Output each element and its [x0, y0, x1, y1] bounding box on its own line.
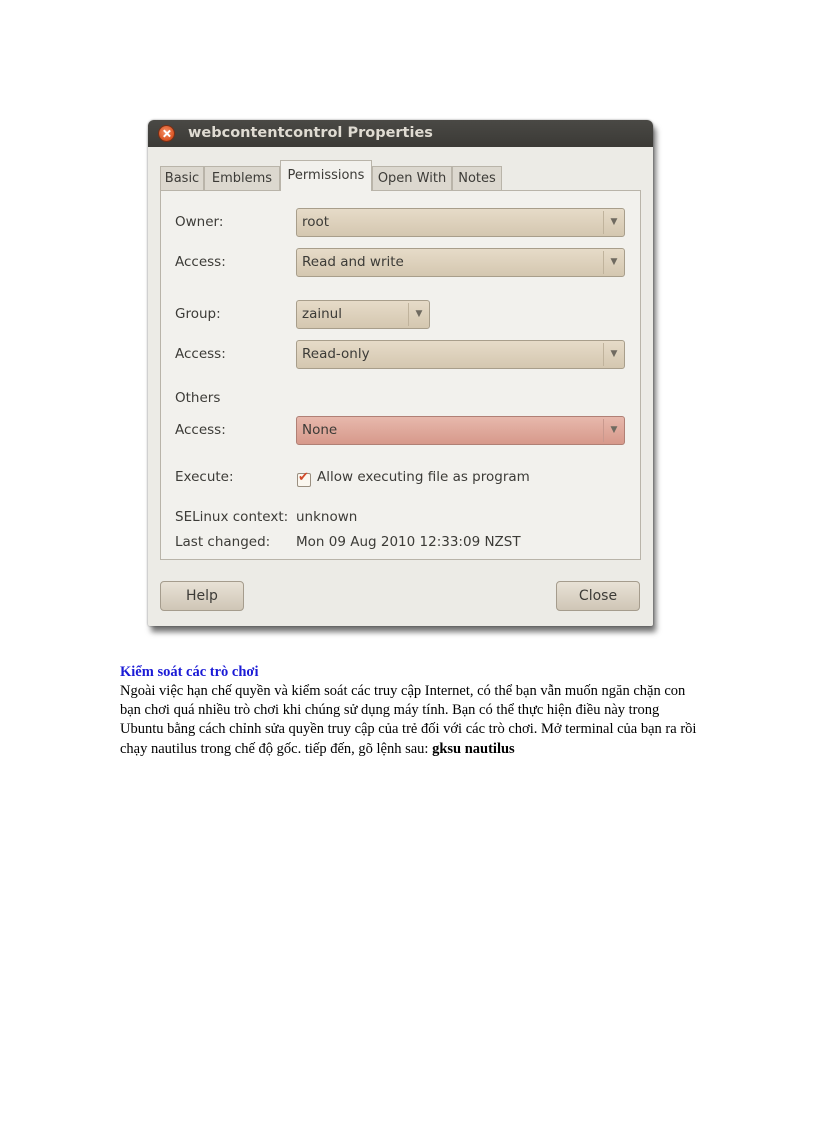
execute-label: Execute: [175, 469, 234, 485]
title-bar: webcontentcontrol Properties [148, 120, 653, 147]
checkmark-icon: ✔ [298, 470, 309, 485]
group-value: zainul [302, 306, 342, 322]
others-access-select[interactable]: None ▼ [296, 416, 625, 445]
execute-checkbox[interactable]: ✔ [297, 470, 311, 487]
tab-emblems[interactable]: Emblems [204, 166, 280, 190]
last-changed-label: Last changed: [175, 534, 271, 550]
group-access-select[interactable]: Read-only ▼ [296, 340, 625, 369]
group-label: Group: [175, 306, 221, 322]
owner-access-select[interactable]: Read and write ▼ [296, 248, 625, 277]
article-body-text: Ngoài việc hạn chế quyền và kiểm soát cá… [120, 683, 697, 757]
selinux-value: unknown [296, 509, 358, 525]
dropdown-arrow-icon: ▼ [603, 211, 624, 234]
permissions-panel: Owner: root ▼ Access: Read and write ▼ G… [160, 190, 641, 560]
owner-select[interactable]: root ▼ [296, 208, 625, 237]
others-label: Others [175, 390, 221, 406]
last-changed-value: Mon 09 Aug 2010 12:33:09 NZST [296, 534, 521, 550]
close-window-icon[interactable] [159, 126, 174, 141]
tab-basic[interactable]: Basic [160, 166, 204, 190]
dropdown-arrow-icon: ▼ [603, 343, 624, 366]
close-button[interactable]: Close [556, 581, 640, 611]
others-access-value: None [302, 422, 338, 438]
dropdown-arrow-icon: ▼ [603, 251, 624, 274]
properties-dialog: webcontentcontrol Properties Basic Emble… [148, 120, 653, 626]
article-heading: Kiểm soát các trò chơi [120, 664, 259, 680]
article-body: Ngoài việc hạn chế quyền và kiểm soát cá… [120, 682, 700, 759]
tab-permissions[interactable]: Permissions [280, 160, 372, 191]
tab-notes[interactable]: Notes [452, 166, 502, 190]
group-access-label: Access: [175, 346, 226, 362]
dropdown-arrow-icon: ▼ [408, 303, 429, 326]
owner-access-value: Read and write [302, 254, 404, 270]
owner-value: root [302, 214, 330, 230]
owner-label: Owner: [175, 214, 224, 230]
selinux-label: SELinux context: [175, 509, 289, 525]
owner-access-label: Access: [175, 254, 226, 270]
help-button[interactable]: Help [160, 581, 244, 611]
command-text: gksu nautilus [432, 740, 515, 757]
dropdown-arrow-icon: ▼ [603, 419, 624, 442]
tab-open-with[interactable]: Open With [372, 166, 452, 190]
group-access-value: Read-only [302, 346, 370, 362]
execute-checkbox-label[interactable]: Allow executing file as program [317, 469, 530, 485]
others-access-label: Access: [175, 422, 226, 438]
group-select[interactable]: zainul ▼ [296, 300, 430, 329]
dialog-title: webcontentcontrol Properties [188, 125, 433, 141]
